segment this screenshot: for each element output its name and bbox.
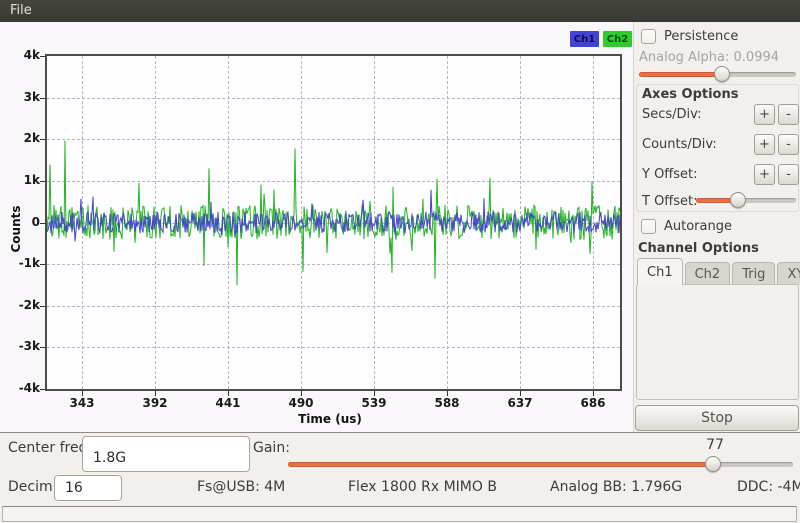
gain-slider[interactable] (288, 456, 793, 472)
x-tick-label: 343 (62, 396, 102, 410)
center-freq-input[interactable]: 1.8G (82, 436, 250, 472)
y-tick-mark (40, 306, 45, 307)
axes-options-title: Axes Options (642, 87, 738, 102)
y-tick-label: -4k (0, 381, 40, 395)
x-tick-mark (155, 391, 156, 396)
x-tick-mark (593, 391, 594, 396)
minus-button[interactable]: - (778, 104, 799, 125)
trace-ch2 (47, 141, 620, 286)
minus-button[interactable]: - (778, 134, 799, 155)
bottom-bar: Center freq: 1.8G Gain: 77 Decim: 16 Fs@… (0, 432, 800, 523)
center-freq-label: Center freq: (8, 440, 92, 456)
y-tick-label: 3k (0, 90, 40, 104)
autorange-label: Autorange (664, 219, 732, 234)
x-tick-label: 637 (500, 396, 540, 410)
y-tick-mark (40, 181, 45, 182)
y-tick-mark (40, 264, 45, 265)
persistence-checkbox[interactable] (641, 29, 656, 44)
gain-label: Gain: (253, 440, 290, 456)
axes-row-label: Secs/Div: (642, 107, 702, 122)
analog-alpha-slider[interactable] (639, 66, 796, 82)
tab-xy[interactable]: XY (777, 262, 800, 285)
y-axis-title: Counts (9, 199, 23, 259)
legend-ch1: Ch1 (570, 31, 599, 47)
x-tick-mark (228, 391, 229, 396)
analog-alpha-label: Analog Alpha: 0.0994 (639, 50, 779, 65)
x-tick-mark (301, 391, 302, 396)
menubar: File (0, 0, 800, 22)
y-tick-mark (40, 139, 45, 140)
x-tick-label: 539 (354, 396, 394, 410)
persistence-label: Persistence (664, 29, 738, 44)
slider-handle[interactable] (705, 456, 721, 472)
plot-area[interactable] (45, 54, 622, 391)
control-panel: Persistence Analog Alpha: 0.0994 Axes Op… (633, 22, 800, 432)
slider-fill (639, 72, 722, 77)
autorange-checkbox[interactable] (641, 219, 656, 234)
x-tick-label: 392 (135, 396, 175, 410)
y-tick-label: 1k (0, 173, 40, 187)
decim-input[interactable]: 16 (54, 475, 122, 501)
axes-row-label: Y Offset: (642, 167, 698, 182)
tab-ch2[interactable]: Ch2 (685, 262, 731, 285)
legend-ch2: Ch2 (603, 31, 632, 47)
y-tick-mark (40, 56, 45, 57)
fs-usb-status: Fs@USB: 4M (197, 479, 285, 495)
plus-button[interactable]: + (754, 104, 775, 125)
axes-row-label: Counts/Div: (642, 137, 717, 152)
y-tick-label: -3k (0, 339, 40, 353)
plus-button[interactable]: + (754, 134, 775, 155)
x-tick-label: 490 (281, 396, 321, 410)
decim-label: Decim: (8, 479, 57, 495)
y-tick-label: 4k (0, 48, 40, 62)
y-tick-label: -2k (0, 298, 40, 312)
plus-button[interactable]: + (754, 164, 775, 185)
x-axis-title: Time (us) (180, 412, 480, 426)
t-offset-slider[interactable] (696, 192, 796, 208)
x-tick-mark (82, 391, 83, 396)
tab-trig[interactable]: Trig (732, 262, 775, 285)
stop-button[interactable]: Stop (635, 405, 799, 431)
tab-ch1[interactable]: Ch1 (637, 258, 683, 285)
y-tick-label: 2k (0, 131, 40, 145)
channel-tabs: Ch1Ch2TrigXY (637, 258, 800, 285)
slider-handle[interactable] (730, 192, 746, 208)
scope-figure: 4k3k2k1k0-1k-2k-3k-4k 343392441490539588… (0, 22, 633, 432)
gain-value: 77 (700, 437, 730, 453)
device-status: Flex 1800 Rx MIMO B (348, 479, 497, 495)
menu-file[interactable]: File (0, 0, 42, 22)
plot-legend: Ch1Ch2 (570, 31, 632, 47)
app-window: File 4k3k2k1k0-1k-2k-3k-4k 3433924414905… (0, 0, 800, 523)
analog-bb-status: Analog BB: 1.796G (550, 479, 682, 495)
y-tick-mark (40, 347, 45, 348)
x-tick-mark (374, 391, 375, 396)
minus-button[interactable]: - (778, 164, 799, 185)
status-strip (2, 506, 797, 522)
y-tick-mark (40, 98, 45, 99)
channel-options-title: Channel Options (638, 241, 759, 256)
x-tick-mark (447, 391, 448, 396)
slider-handle[interactable] (714, 66, 730, 82)
waveform-svg (47, 56, 620, 389)
t-offset-label: T Offset: (642, 194, 698, 209)
channel-tab-frame (636, 284, 799, 400)
x-tick-label: 588 (427, 396, 467, 410)
ddc-status: DDC: -4M (737, 479, 800, 495)
y-tick-mark (40, 223, 45, 224)
y-tick-mark (40, 389, 45, 390)
x-tick-label: 686 (573, 396, 613, 410)
x-tick-label: 441 (208, 396, 248, 410)
x-tick-mark (520, 391, 521, 396)
slider-fill (288, 462, 713, 467)
